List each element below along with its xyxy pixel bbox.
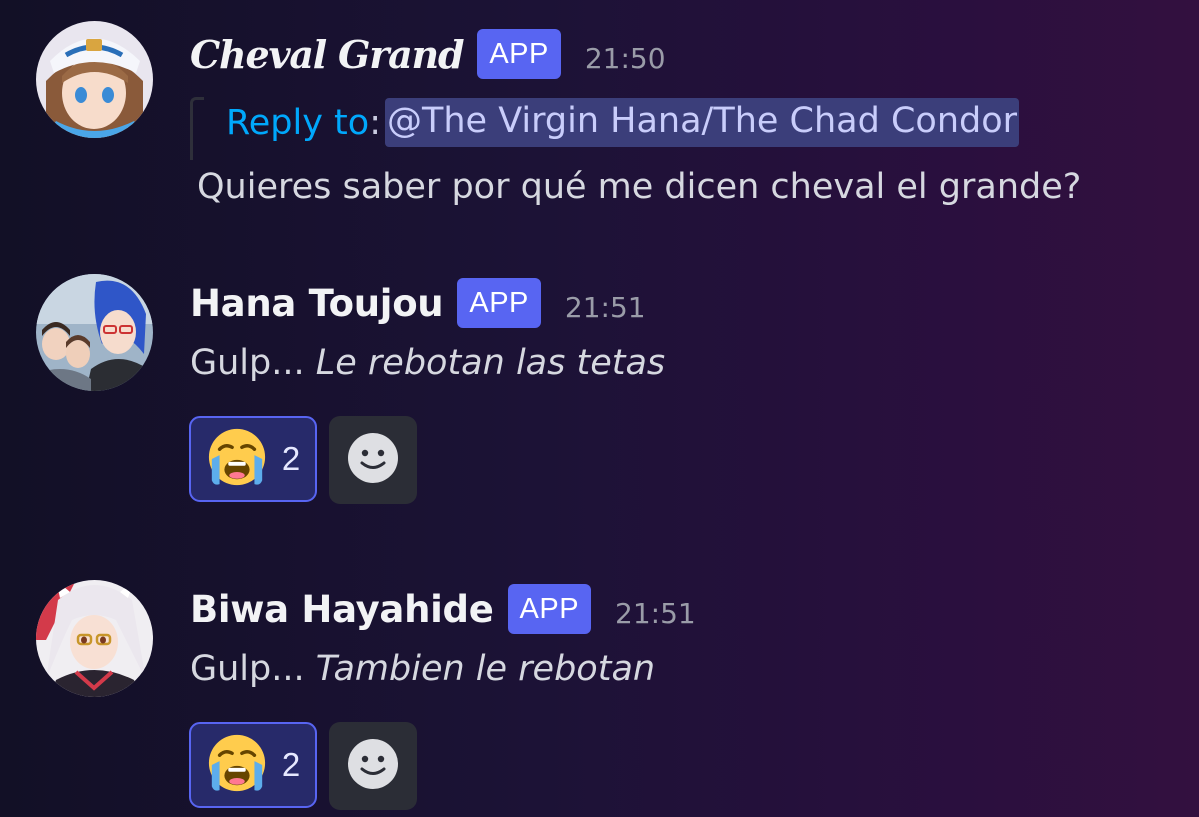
message-text: Gulp...	[190, 343, 316, 383]
add-reaction-button[interactable]	[329, 416, 417, 504]
reaction-count: 2	[281, 746, 301, 783]
username[interactable]: Cheval Grand	[190, 32, 465, 77]
app-badge: APP	[477, 29, 561, 79]
reactions-bar: 2	[189, 722, 417, 810]
message-content: Gulp... Le rebotan las tetas	[190, 343, 665, 383]
reaction-loudly-crying[interactable]: 2	[189, 722, 317, 808]
reply-reference[interactable]: Reply to : @The Virgin Hana/The Chad Con…	[190, 91, 1020, 160]
reply-label: Reply to	[226, 102, 370, 143]
loudly-crying-face-icon	[206, 732, 268, 798]
add-reaction-smiley-icon	[347, 432, 399, 488]
message-text: Quieres saber por qué me dicen cheval el…	[197, 167, 1082, 207]
message-text-italic: Tambien le rebotan	[315, 649, 656, 689]
username[interactable]: Hana Toujou	[190, 282, 444, 325]
avatar[interactable]	[36, 274, 153, 391]
avatar[interactable]	[36, 21, 153, 138]
timestamp[interactable]: 21:50	[585, 42, 666, 75]
reply-spine	[190, 97, 204, 160]
user-mention[interactable]: @The Virgin Hana/The Chad Condor	[385, 98, 1020, 147]
avatar[interactable]	[36, 580, 153, 697]
add-reaction-smiley-icon	[347, 738, 399, 794]
message-content: Gulp... Tambien le rebotan	[190, 649, 655, 689]
timestamp[interactable]: 21:51	[565, 291, 646, 324]
message-text: Gulp...	[190, 649, 316, 689]
app-badge: APP	[457, 278, 541, 328]
reaction-count: 2	[281, 440, 301, 477]
message-header: Cheval Grand APP 21:50	[190, 29, 666, 79]
message-cheval-grand: Cheval Grand APP 21:50 Reply to : @The V…	[0, 0, 1199, 240]
message-header: Hana Toujou APP 21:51	[190, 278, 646, 328]
loudly-crying-face-icon	[206, 426, 268, 492]
add-reaction-button[interactable]	[329, 722, 417, 810]
app-badge: APP	[507, 584, 592, 634]
timestamp[interactable]: 21:51	[615, 597, 696, 630]
message-text-italic: Le rebotan las tetas	[315, 343, 666, 383]
reactions-bar: 2	[189, 416, 417, 504]
reply-colon: :	[369, 102, 381, 143]
reaction-loudly-crying[interactable]: 2	[189, 416, 317, 502]
username[interactable]: Biwa Hayahide	[190, 588, 494, 631]
message-content: Quieres saber por qué me dicen cheval el…	[197, 167, 1081, 207]
message-header: Biwa Hayahide APP 21:51	[190, 584, 696, 634]
